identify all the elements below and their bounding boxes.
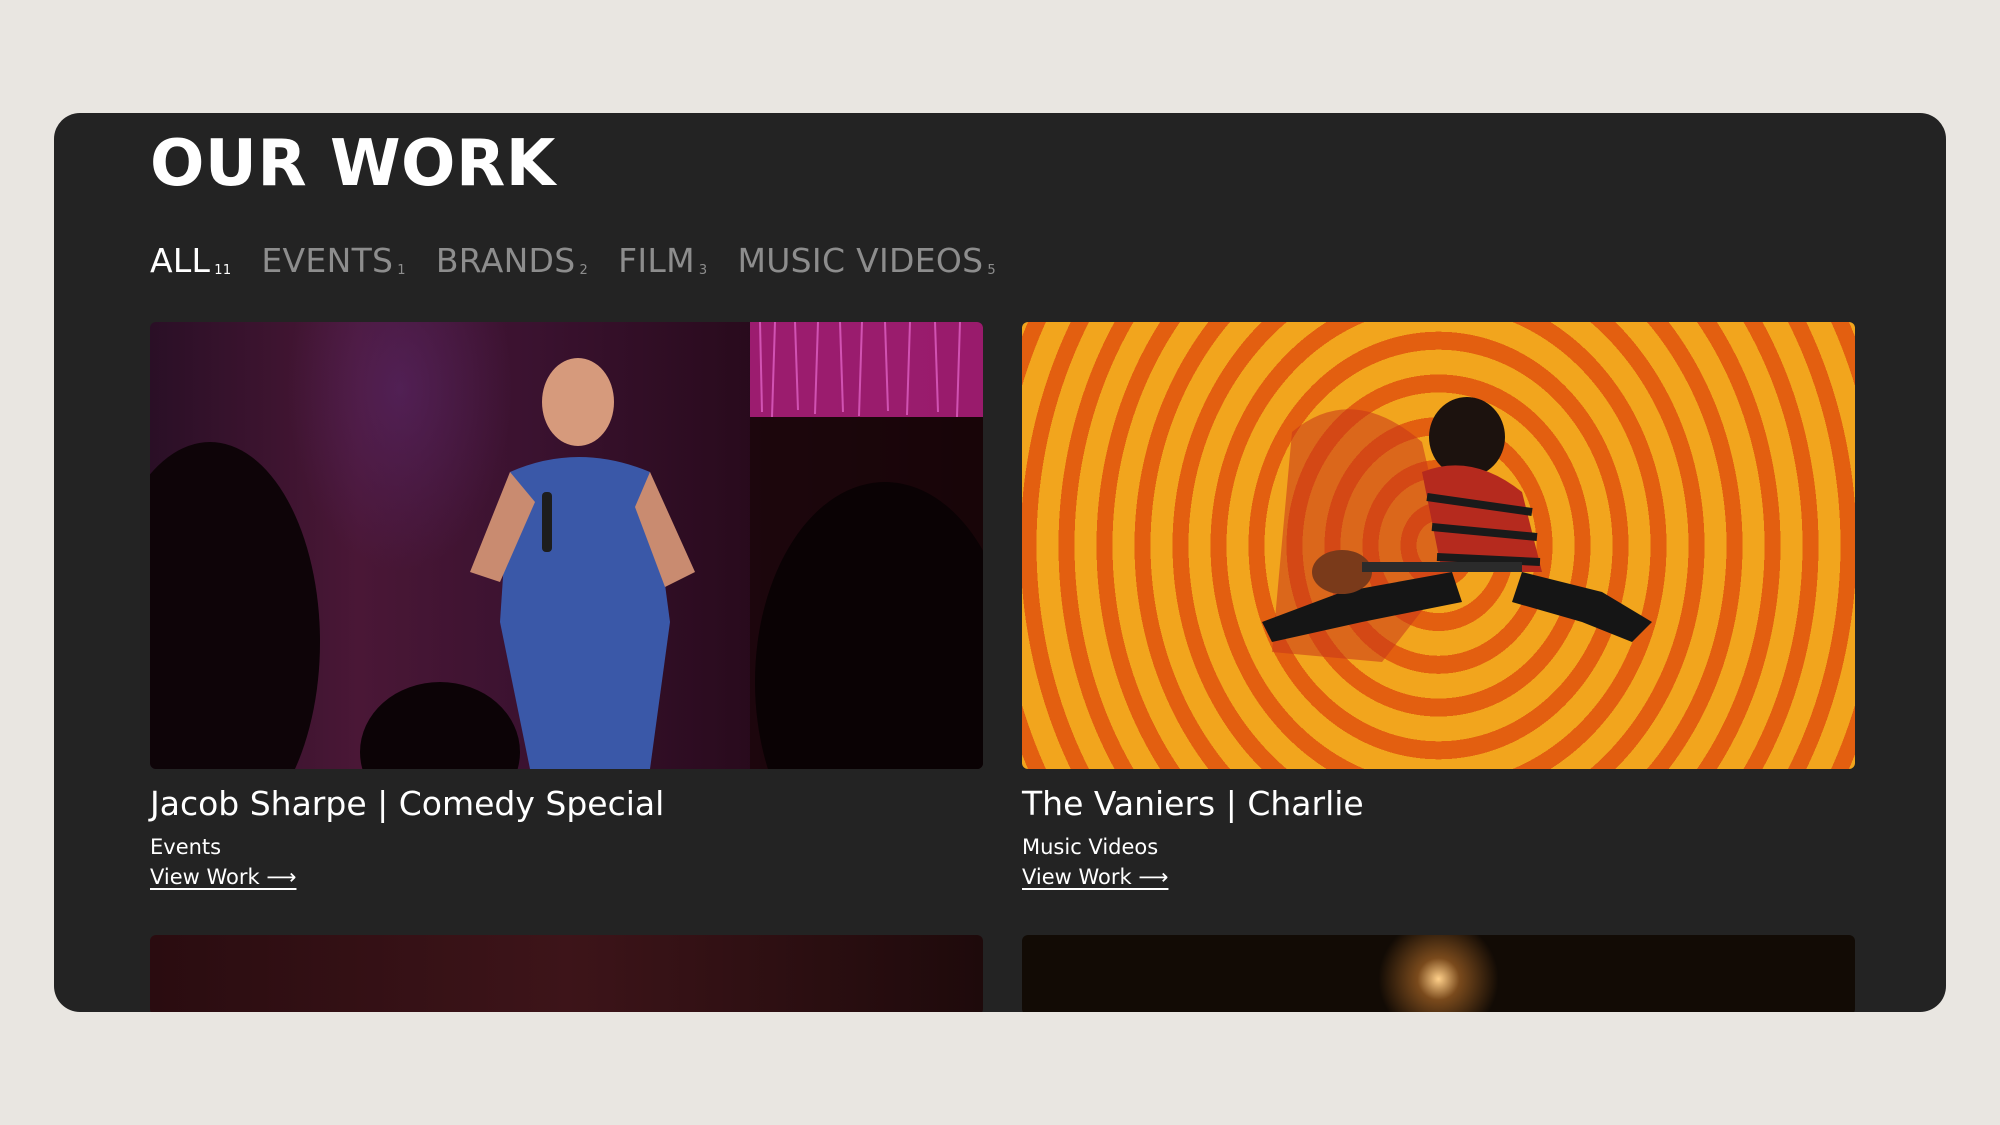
work-card-category: Music Videos <box>1022 834 1159 859</box>
filter-label: EVENTS <box>261 241 394 280</box>
work-card-title: Jacob Sharpe | Comedy Special <box>150 784 665 823</box>
work-thumbnail-partial-left[interactable] <box>150 935 983 1012</box>
filter-label: FILM <box>618 241 695 280</box>
comedian-on-stage-image <box>150 322 983 769</box>
work-thumbnail-vaniers[interactable] <box>1022 322 1855 769</box>
section-title: OUR WORK <box>150 127 556 201</box>
work-card-partial-right <box>1022 935 1855 1012</box>
guitarist-jumping-image <box>1262 397 1652 662</box>
filter-count: 2 <box>579 263 589 278</box>
work-card-comedy: Jacob Sharpe | Comedy Special Events Vie… <box>150 322 983 889</box>
filter-tab-music-videos[interactable]: MUSIC VIDEOS 5 <box>737 241 996 280</box>
view-work-link[interactable]: View Work ⟶ <box>1022 865 1168 889</box>
filter-tab-brands[interactable]: BRANDS 2 <box>436 241 588 280</box>
filter-label: BRANDS <box>435 241 576 280</box>
filter-label: MUSIC VIDEOS <box>737 241 984 280</box>
our-work-panel: OUR WORK ALL 11 EVENTS 1 BRANDS 2 FILM 3 MUS… <box>54 113 1946 1012</box>
work-thumbnail-comedy[interactable] <box>150 322 983 769</box>
filter-count: 1 <box>397 263 406 278</box>
work-card-title: The Vaniers | Charlie <box>1022 784 1364 823</box>
filter-count: 5 <box>987 263 996 278</box>
work-thumbnail-partial-right[interactable] <box>1022 935 1855 1012</box>
filter-count: 11 <box>214 263 232 278</box>
filter-tabs: ALL 11 EVENTS 1 BRANDS 2 FILM 3 MUSIC VIDEOS… <box>150 241 996 280</box>
filter-tab-film[interactable]: FILM 3 <box>618 241 707 280</box>
filter-tab-all[interactable]: ALL 11 <box>150 241 231 280</box>
work-card-partial-left <box>150 935 983 1012</box>
work-card-category: Events <box>150 834 222 859</box>
filter-count: 3 <box>698 263 708 278</box>
work-card-vaniers: The Vaniers | Charlie Music Videos View … <box>1022 322 1855 889</box>
filter-label: ALL <box>150 241 211 280</box>
view-work-link[interactable]: View Work ⟶ <box>150 865 296 889</box>
filter-tab-events[interactable]: EVENTS 1 <box>261 241 405 280</box>
